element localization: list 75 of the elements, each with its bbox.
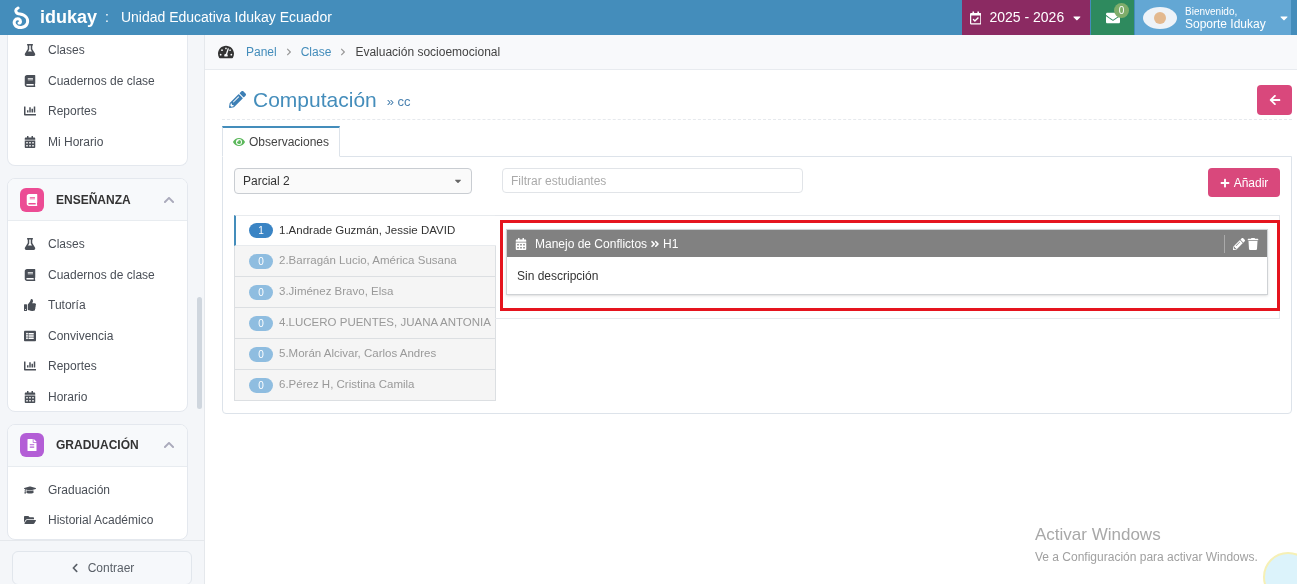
sidebar-item[interactable]: Reportes [8,351,187,382]
book-icon [24,74,36,87]
sidebar-item[interactable]: Clases [8,35,187,66]
section-header[interactable]: ENSEÑANZA [8,179,187,221]
count-badge: 0 [249,377,273,393]
page-subtitle: » cc [386,92,411,111]
welcome-text: Bienvenido, [1185,5,1238,18]
separator: : [105,8,109,27]
chevron-icon [339,48,348,56]
sidebar-item[interactable]: Clases [8,229,187,260]
dashboard-icon [218,44,234,60]
year-selector[interactable]: 2025 - 2026 [962,0,1090,35]
count-badge: 1 [249,223,273,238]
breadcrumb-current: Evaluación socioemocional [355,44,501,61]
activation-title: Activar Windows [1035,524,1162,546]
activation-message: Ve a Configuración para activar Windows. [1035,548,1258,566]
section-header[interactable]: GRADUACIÓN [8,424,187,467]
calendar-icon [970,10,982,25]
avatar-icon [1143,6,1177,29]
message-count: 0 [1114,3,1129,18]
sidebar-item[interactable]: Historial Académico [8,505,187,536]
pencil-icon [229,91,246,108]
sidebar-item[interactable]: Graduación [8,474,187,506]
count-badge: 0 [249,346,273,362]
observation-title: Manejo de Conflictos [535,235,648,253]
flask-icon [24,44,36,57]
sidebar-item[interactable]: Mi Horario [8,126,187,157]
observation-body: Sin descripción [516,267,600,285]
collapse-button[interactable]: Contraer [12,551,192,584]
delete-button[interactable] [1247,237,1259,250]
book-icon [26,193,38,206]
school-name: Unidad Educativa Idukay Ecuador [120,8,332,27]
double-chevron-icon [650,238,661,249]
flask-icon [24,238,36,251]
sidebar-item[interactable]: Tutoría [8,290,187,321]
pencil-icon [1233,237,1245,250]
calendar-icon [515,237,527,250]
count-badge: 0 [249,253,273,269]
brand-name: idukay [40,6,98,29]
back-button[interactable] [1257,84,1292,115]
breadcrumb-link[interactable]: Panel [246,43,277,61]
logo-icon [12,5,32,30]
thumbs-up-icon [24,299,36,312]
count-badge: 0 [249,284,273,300]
chevron-icon [284,48,293,56]
tab[interactable]: Observaciones [222,126,341,157]
bar-chart-icon [24,105,36,118]
filter-field[interactable]: Filtrar estudiantes [502,168,803,193]
user-name: Soporte Idukay [1185,17,1266,30]
graduation-cap-icon [24,483,36,496]
document-icon [26,439,38,452]
add-button[interactable]: Añadir [1208,168,1280,197]
student-item[interactable]: 1 1.Andrade Guzmán, Jessie DAVID [234,215,496,246]
sidebar-item[interactable]: Convivencia [8,320,187,351]
sidebar-item[interactable]: Horario [8,381,187,411]
breadcrumb-link[interactable]: Clase [300,43,332,61]
arrow-left-icon [1268,93,1281,106]
eye-icon [233,136,245,148]
folder-icon [24,514,36,527]
sidebar-item[interactable]: Reportes [8,96,187,127]
bar-chart-icon [24,360,36,373]
page-title: Computación [253,86,377,113]
book-icon [24,268,36,281]
plus-icon [1219,177,1230,188]
trash-icon [1247,237,1259,250]
observation-subtitle: H1 [663,235,679,253]
count-badge: 0 [249,315,273,331]
edit-button[interactable] [1233,237,1245,250]
calendar-icon [24,135,36,148]
sidebar-item[interactable]: Cuadernos de clase [8,259,187,290]
calendar-icon [24,390,36,403]
list-icon [24,329,36,342]
envelope-icon [1105,10,1120,25]
period-select[interactable]: Parcial 2 [234,168,472,194]
sidebar-item[interactable]: Cuadernos de clase [8,65,187,96]
